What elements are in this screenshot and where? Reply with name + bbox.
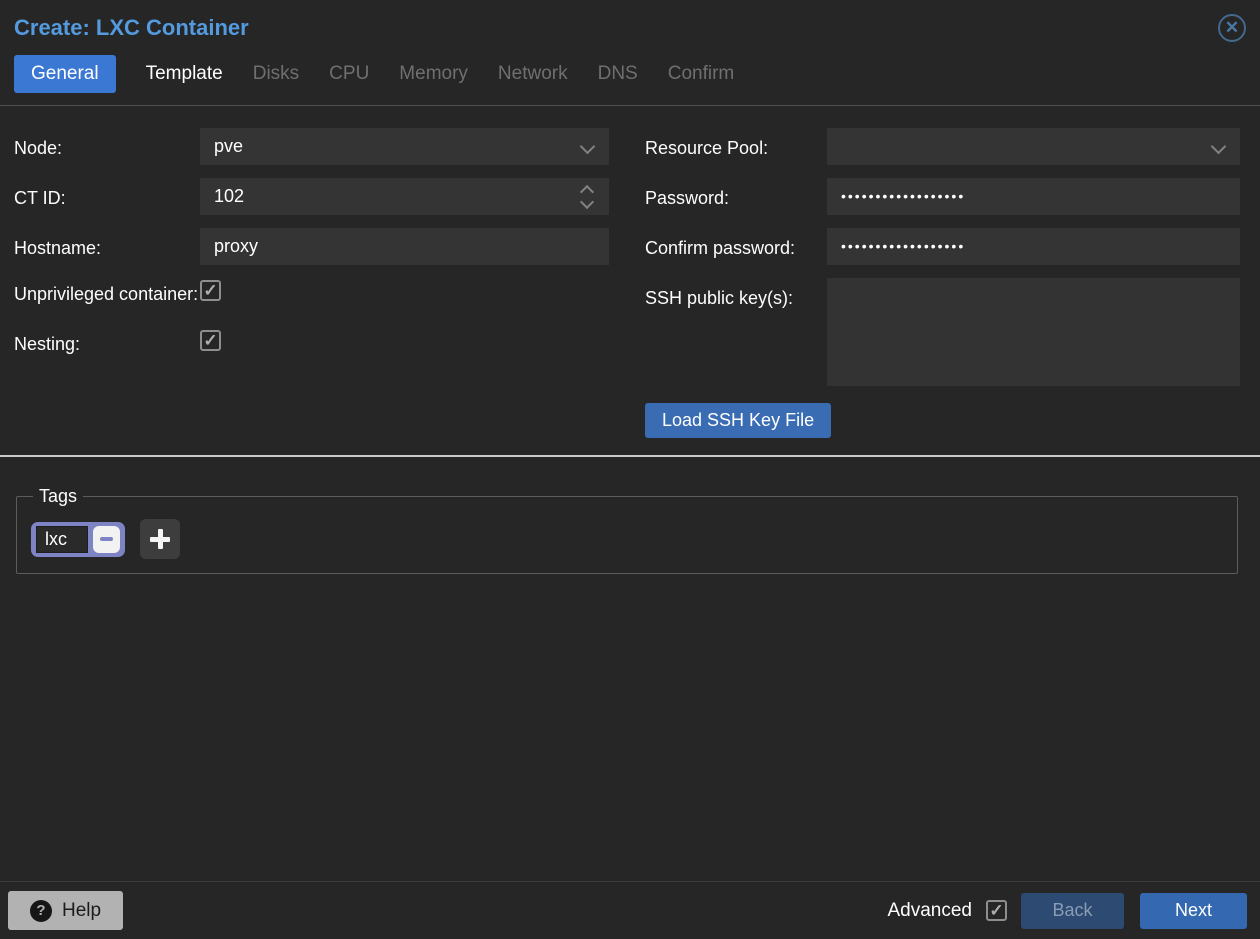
resource-pool-label: Resource Pool: bbox=[645, 138, 769, 158]
wizard-tabs: General Template Disks CPU Memory Networ… bbox=[0, 51, 1260, 106]
ssh-keys-label: SSH public key(s): bbox=[645, 288, 794, 308]
close-icon[interactable]: ✕ bbox=[1218, 14, 1246, 42]
tags-fieldset: Tags lxc bbox=[16, 486, 1238, 574]
advanced-checkbox[interactable] bbox=[986, 900, 1007, 921]
hostname-input[interactable] bbox=[200, 228, 609, 265]
dialog-header: Create: LXC Container ✕ bbox=[0, 0, 1260, 51]
help-button-label: Help bbox=[62, 899, 102, 921]
general-form: Node: CT ID: Hostname: bbox=[0, 106, 1260, 438]
node-combobox[interactable] bbox=[200, 128, 609, 165]
confirm-password-row: Confirm password: •••••••••••••••••• bbox=[645, 228, 1240, 265]
nesting-row: Nesting: bbox=[14, 328, 609, 360]
ssh-button-row: Load SSH Key File bbox=[645, 391, 1240, 438]
section-divider bbox=[0, 455, 1260, 457]
confirm-password-label: Confirm password: bbox=[645, 238, 796, 258]
question-mark-icon: ? bbox=[30, 899, 52, 922]
tag-chip: lxc bbox=[31, 521, 125, 557]
node-row: Node: bbox=[14, 128, 609, 165]
node-label: Node: bbox=[14, 138, 63, 158]
add-tag-button[interactable] bbox=[140, 519, 180, 559]
plus-icon bbox=[157, 529, 163, 549]
nesting-checkbox[interactable] bbox=[200, 329, 221, 351]
ssh-keys-textarea[interactable] bbox=[827, 278, 1240, 386]
unprivileged-row: Unprivileged container: bbox=[14, 278, 609, 310]
unprivileged-label: Unprivileged container: bbox=[14, 284, 199, 304]
minus-icon bbox=[100, 537, 113, 541]
tab-general[interactable]: General bbox=[14, 55, 116, 93]
tab-memory: Memory bbox=[399, 63, 468, 84]
ctid-spinner-input[interactable] bbox=[200, 178, 609, 215]
create-lxc-container-dialog: Create: LXC Container ✕ General Template… bbox=[0, 0, 1260, 939]
spinner-arrows-icon[interactable] bbox=[579, 184, 597, 210]
ctid-row: CT ID: bbox=[14, 178, 609, 215]
dialog-title: Create: LXC Container bbox=[14, 15, 249, 40]
tag-name-input[interactable]: lxc bbox=[36, 525, 88, 553]
next-button[interactable]: Next bbox=[1140, 892, 1247, 929]
ssh-keys-row: SSH public key(s): bbox=[645, 278, 1240, 391]
ctid-label: CT ID: bbox=[14, 188, 66, 208]
confirm-password-input[interactable]: •••••••••••••••••• bbox=[827, 228, 1240, 265]
remove-tag-button[interactable] bbox=[93, 525, 120, 553]
hostname-label: Hostname: bbox=[14, 238, 102, 258]
tab-disks: Disks bbox=[252, 63, 300, 84]
tab-network: Network bbox=[497, 63, 568, 84]
tab-cpu: CPU bbox=[329, 63, 370, 84]
nesting-label: Nesting: bbox=[14, 333, 81, 354]
password-row: Password: •••••••••••••••••• bbox=[645, 178, 1240, 215]
password-label: Password: bbox=[645, 188, 730, 208]
tags-legend: Tags bbox=[39, 486, 78, 506]
hostname-row: Hostname: bbox=[14, 228, 609, 265]
password-input[interactable]: •••••••••••••••••• bbox=[827, 178, 1240, 215]
unprivileged-checkbox[interactable] bbox=[200, 280, 221, 301]
tab-confirm: Confirm bbox=[667, 63, 735, 84]
resource-pool-row: Resource Pool: bbox=[645, 128, 1240, 165]
spin-down-icon[interactable] bbox=[579, 194, 595, 210]
help-button[interactable]: ? Help bbox=[8, 891, 124, 930]
tab-dns: DNS bbox=[597, 63, 638, 84]
back-button[interactable]: Back bbox=[1021, 892, 1124, 929]
load-ssh-key-file-button[interactable]: Load SSH Key File bbox=[645, 403, 832, 438]
advanced-label: Advanced bbox=[887, 899, 972, 921]
resource-pool-combobox[interactable] bbox=[827, 128, 1240, 165]
tab-template[interactable]: Template bbox=[146, 55, 223, 93]
dialog-footer: ? Help Advanced Back Next bbox=[0, 881, 1260, 939]
form-left-column: Node: CT ID: Hostname: bbox=[14, 128, 609, 438]
form-right-column: Resource Pool: Password: •••••••••••••••… bbox=[645, 128, 1240, 438]
